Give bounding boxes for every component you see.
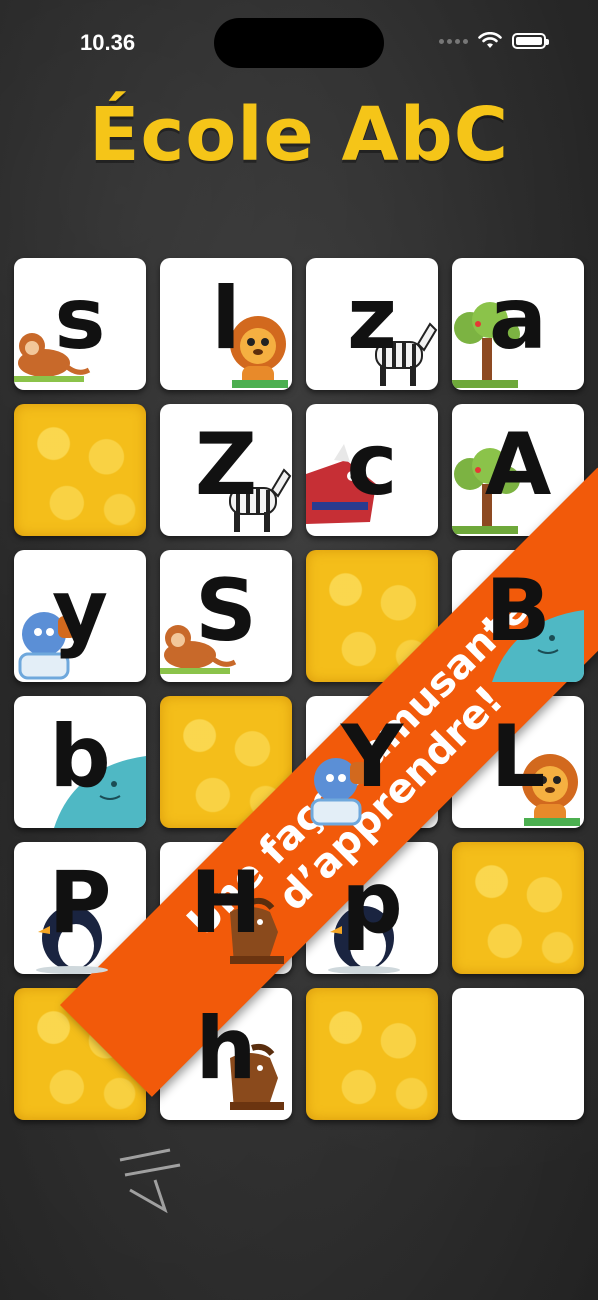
card-letter: y [51, 561, 109, 661]
letter-card[interactable]: l [160, 258, 292, 390]
letter-card[interactable]: h [160, 988, 292, 1120]
letter-card[interactable]: L [452, 696, 584, 828]
card-letter: p [341, 853, 403, 953]
card-back[interactable] [306, 988, 438, 1120]
card-letter: c [346, 415, 398, 515]
letter-card[interactable]: y [14, 550, 146, 682]
letter-card[interactable]: Z [160, 404, 292, 536]
app-title: École AbC [88, 92, 510, 178]
status-time: 10.36 [80, 30, 136, 55]
letter-card[interactable]: S [160, 550, 292, 682]
card-letter: Z [194, 415, 258, 515]
letter-card[interactable]: c [306, 404, 438, 536]
letter-card[interactable]: s [14, 258, 146, 390]
status-bar: 10.36 [0, 0, 598, 90]
card-letter: a [488, 269, 548, 369]
letter-card[interactable]: b [14, 696, 146, 828]
card-back[interactable] [452, 842, 584, 974]
letter-card[interactable]: p [306, 842, 438, 974]
card-letter: l [211, 269, 241, 369]
card-letter: Y [340, 707, 404, 807]
card-letter: L [490, 707, 546, 807]
letter-card[interactable]: P [14, 842, 146, 974]
status-icons [439, 32, 549, 50]
card-letter: P [48, 853, 112, 953]
card-letter: h [195, 999, 257, 1099]
letter-card[interactable]: A [452, 404, 584, 536]
card-letter: s [54, 269, 106, 369]
dynamic-island [214, 18, 384, 68]
card-letter: B [485, 561, 551, 661]
letter-card[interactable] [452, 988, 584, 1120]
letter-card[interactable]: H [160, 842, 292, 974]
chalk-scribble [119, 1148, 181, 1214]
cellular-signal-icon [439, 38, 468, 44]
card-letter: S [195, 561, 257, 661]
letter-card[interactable]: z [306, 258, 438, 390]
letter-card[interactable]: B [452, 550, 584, 682]
wifi-icon [478, 32, 502, 48]
card-letter: A [484, 415, 552, 515]
letter-card[interactable]: a [452, 258, 584, 390]
battery-icon [512, 33, 549, 49]
card-letter: H [190, 853, 262, 953]
card-back[interactable] [14, 404, 146, 536]
card-letter: b [49, 707, 111, 807]
letter-card[interactable]: Y [306, 696, 438, 828]
card-letter: z [346, 269, 398, 369]
